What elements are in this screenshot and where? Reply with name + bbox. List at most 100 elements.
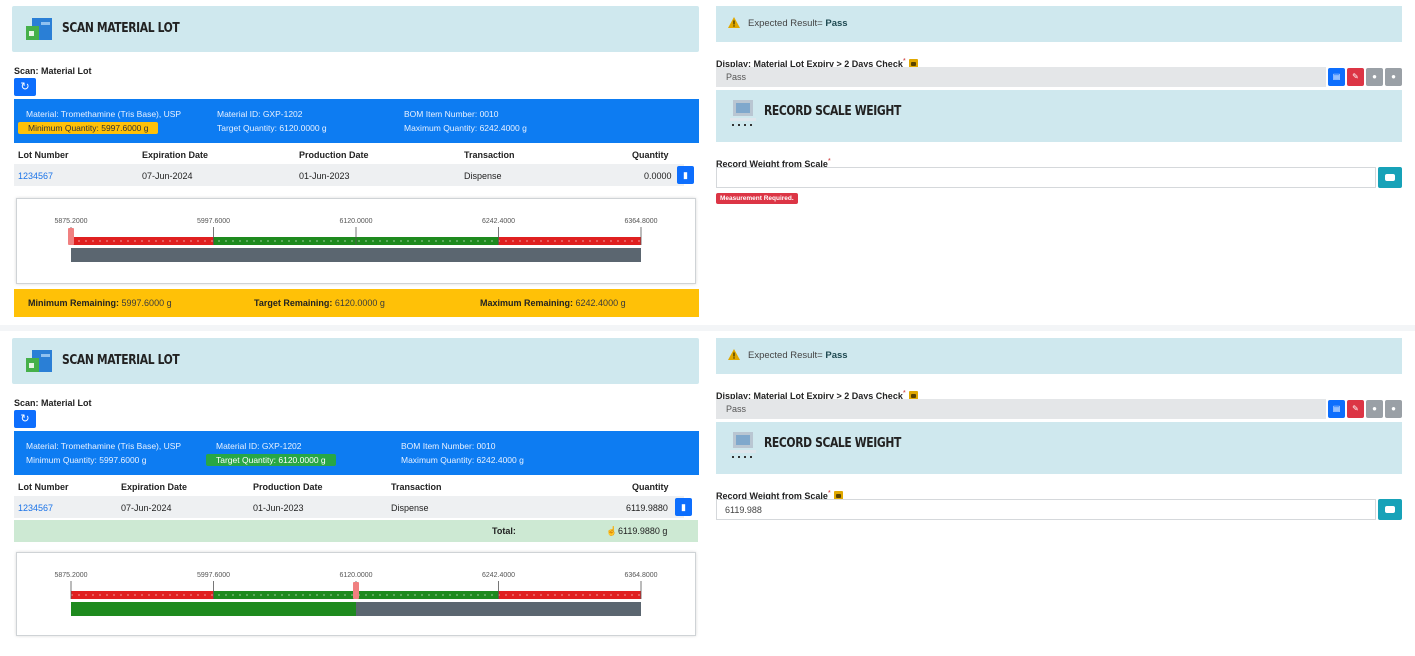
transaction: Dispense (391, 503, 429, 513)
material-id: Material ID: GXP-1202 (216, 441, 302, 451)
minimum-quantity: Minimum Quantity: 5997.6000 g (26, 455, 147, 465)
expected-result-label: Expected Result= (748, 18, 823, 29)
col-production-date: Production Date (299, 150, 369, 160)
min-remaining-label: Minimum Remaining: (28, 298, 120, 308)
calculator-icon: ▤ (1332, 72, 1341, 81)
trash-icon: ▮ (681, 502, 686, 512)
section-header: SCAN MATERIAL LOT (12, 6, 699, 52)
scale-gauge-svg: 5875.2000 5997.6000 6120.0000 6242.4000 6364… (54, 218, 658, 262)
circle-icon: ● (1372, 404, 1377, 413)
record-scale-header: RECORD SCALE WEIGHT (716, 90, 1402, 142)
bom-item-number: BOM Item Number: 0010 (404, 109, 499, 119)
scale-icon (730, 432, 756, 458)
section-title: SCAN MATERIAL LOT (62, 353, 180, 368)
gauge-marker (68, 228, 74, 245)
target-quantity: Target Quantity: 6120.0000 g (217, 123, 327, 133)
required-marker: * (827, 488, 831, 497)
target-remaining-label: Target Remaining: (254, 298, 333, 308)
weight-input[interactable] (716, 167, 1376, 188)
gauge-tick-label: 5875.2000 (54, 572, 87, 579)
scale-icon (730, 100, 756, 126)
scale-gauge: 5875.2000 5997.6000 6120.0000 6242.4000 6364… (16, 552, 696, 636)
circle-icon: ● (1391, 404, 1396, 413)
scale-gauge: 5875.2000 5997.6000 6120.0000 6242.4000 6364… (16, 198, 696, 284)
gauge-tick-label: 5997.6000 (197, 218, 230, 225)
material-info-bar: Material: Tromethamine (Tris Base), USP … (14, 99, 699, 143)
production-date: 01-Jun-2023 (253, 503, 304, 513)
gauge-tick-label: 6364.8000 (624, 218, 657, 225)
option-button-1[interactable]: ● (1366, 400, 1383, 418)
col-expiration-date: Expiration Date (142, 150, 209, 160)
delete-button[interactable]: ▮ (675, 498, 692, 516)
lot-number-link[interactable]: 1234567 (18, 503, 53, 513)
target-remaining-value: 6120.0000 g (334, 298, 385, 308)
col-transaction: Transaction (464, 150, 515, 160)
pencil-icon: ✎ (1352, 72, 1359, 81)
thumbs-up-icon: ☝ (606, 526, 618, 536)
option-button-1[interactable]: ● (1366, 68, 1383, 86)
weight-input[interactable]: 6119.988 (716, 499, 1376, 520)
refresh-button[interactable]: ↻ (14, 78, 36, 96)
min-remaining-value: 5997.6000 g (121, 298, 172, 308)
maximum-quantity: Maximum Quantity: 6242.4000 g (404, 123, 527, 133)
remaining-summary: Minimum Remaining: 5997.6000 g Target Re… (14, 289, 699, 317)
delete-button[interactable]: ▮ (677, 166, 694, 184)
required-marker: * (902, 388, 906, 397)
expected-result-bar: Expected Result= Pass (716, 338, 1402, 374)
screenshot-panel-2: SCAN MATERIAL LOT Scan: Material Lot ↻ M… (0, 332, 1415, 656)
calculator-button[interactable]: ▤ (1328, 400, 1345, 418)
pencil-icon: ✎ (1352, 404, 1359, 413)
maximum-quantity: Maximum Quantity: 6242.4000 g (401, 455, 524, 465)
capture-weight-button[interactable] (1378, 499, 1402, 520)
gauge-fill (71, 602, 356, 616)
material-name: Material: Tromethamine (Tris Base), USP (26, 109, 182, 119)
edit-button[interactable]: ✎ (1347, 68, 1364, 86)
required-marker: * (902, 56, 906, 65)
scan-label: Scan: Material Lot (14, 66, 92, 76)
gauge-tick-label: 6120.0000 (339, 572, 372, 579)
record-scale-header: RECORD SCALE WEIGHT (716, 422, 1402, 474)
col-quantity: Quantity (632, 150, 669, 160)
col-expiration-date: Expiration Date (121, 482, 188, 492)
record-section: Expected Result= Pass Display: Material … (716, 0, 1402, 324)
col-transaction: Transaction (391, 482, 442, 492)
scale-gauge-svg: 5875.2000 5997.6000 6120.0000 6242.4000 6364… (54, 572, 658, 616)
gauge-tick-label: 6242.4000 (482, 218, 515, 225)
circle-icon: ● (1372, 72, 1377, 81)
scan-label: Scan: Material Lot (14, 398, 92, 408)
lot-number-link[interactable]: 1234567 (18, 171, 53, 181)
material-info-bar: Material: Tromethamine (Tris Base), USP … (14, 431, 699, 475)
panel-divider (0, 325, 1415, 331)
calculator-button[interactable]: ▤ (1328, 68, 1345, 86)
refresh-icon: ↻ (20, 413, 30, 425)
edit-button[interactable]: ✎ (1347, 400, 1364, 418)
trash-icon: ▮ (683, 170, 688, 180)
gauge-track (71, 248, 641, 262)
expected-result-label: Expected Result= (748, 350, 823, 361)
max-remaining-label: Maximum Remaining: (480, 298, 574, 308)
option-button-2[interactable]: ● (1385, 68, 1402, 86)
option-button-2[interactable]: ● (1385, 400, 1402, 418)
display-check-value: Pass (716, 399, 1326, 419)
record-title: RECORD SCALE WEIGHT (764, 104, 901, 119)
required-marker: * (827, 156, 831, 165)
warning-icon (728, 17, 740, 28)
measurement-required-badge: Measurement Required. (716, 193, 798, 204)
record-title: RECORD SCALE WEIGHT (764, 436, 901, 451)
bom-item-number: BOM Item Number: 0010 (401, 441, 496, 451)
capture-weight-button[interactable] (1378, 167, 1402, 188)
gauge-tick-label: 5875.2000 (54, 218, 87, 225)
minimum-quantity: Minimum Quantity: 5997.6000 g (18, 122, 159, 134)
gauge-tick-label: 6120.0000 (339, 218, 372, 225)
refresh-button[interactable]: ↻ (14, 410, 36, 428)
display-check-value: Pass (716, 67, 1326, 87)
scan-material-lot-section: SCAN MATERIAL LOT Scan: Material Lot ↻ M… (12, 332, 699, 656)
gauge-marker (353, 582, 359, 599)
material-id: Material ID: GXP-1202 (217, 109, 303, 119)
scan-material-lot-section: SCAN MATERIAL LOT Scan: Material Lot ↻ M… (12, 0, 699, 324)
target-quantity: Target Quantity: 6120.0000 g (206, 454, 336, 466)
gauge-tick-label: 6364.8000 (624, 572, 657, 579)
table-row (14, 496, 684, 518)
circle-icon: ● (1391, 72, 1396, 81)
material-lot-icon (26, 350, 52, 372)
